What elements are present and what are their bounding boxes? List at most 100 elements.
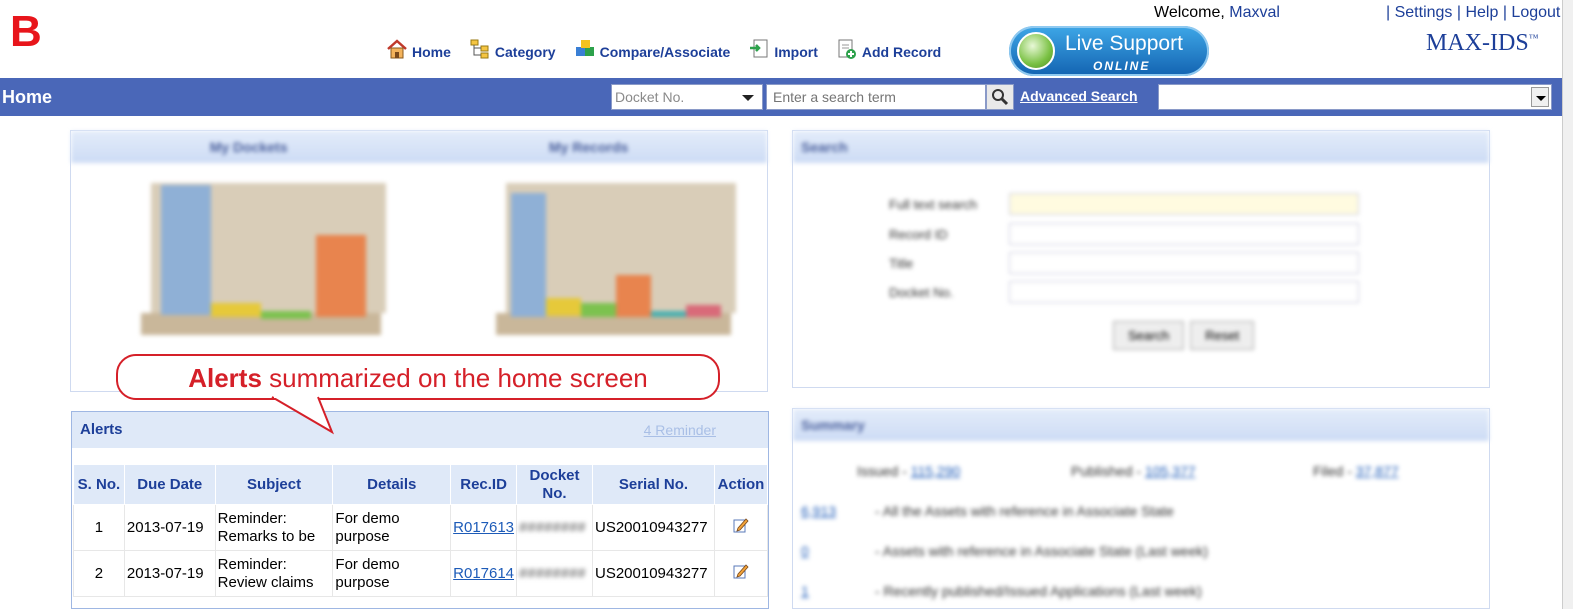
top-links[interactable]: | Settings | Help | Logout <box>1386 4 1560 22</box>
search-button[interactable] <box>986 84 1014 110</box>
cell-sno: 2 <box>73 550 125 597</box>
record-id-input[interactable] <box>1009 223 1359 245</box>
live-support-icon <box>1017 32 1055 70</box>
col-details: Details <box>332 464 452 505</box>
search-reset-button[interactable]: Reset <box>1190 321 1255 350</box>
nav-home-label: Home <box>412 44 451 60</box>
cell-serial: US20010943277 <box>592 504 715 551</box>
add-record-icon <box>838 39 856 59</box>
cell-subject: Reminder: Review claims <box>214 550 334 597</box>
search-form: Full text search Record ID Title Docket … <box>793 163 1489 383</box>
summary-line: 1- Recently published/Issued Application… <box>801 583 1202 599</box>
brand-tm: ™ <box>1528 33 1539 44</box>
search-field-row: Docket No. <box>889 281 1359 303</box>
summary-panel: Summary Issued - 115,290 Published - 105… <box>792 408 1490 609</box>
alerts-header: Alerts 4 Reminder <box>72 412 768 448</box>
search-field-row: Full text search <box>889 193 1359 215</box>
charts-panel: My Dockets My Records <box>70 130 768 392</box>
search-input[interactable] <box>766 84 986 110</box>
brand-logo: MAX-IDS™ <box>1426 30 1538 57</box>
recid-link[interactable]: R017614 <box>453 565 514 582</box>
summary-text: - Assets with reference in Associate Sta… <box>875 543 1209 559</box>
summary-published-label: Published - <box>1071 463 1142 479</box>
main-nav: Home Category Compare/Associate Import A… <box>386 38 941 60</box>
search-field-label: Title <box>889 255 914 271</box>
col-docket: Docket No. <box>516 464 593 505</box>
summary-line: 6,913- All the Assets with reference in … <box>801 503 1174 519</box>
my-dockets-title: My Dockets <box>209 139 288 155</box>
callout-bold: Alerts <box>188 363 262 393</box>
table-row: 2 2013-07-19 Reminder: Review claims For… <box>73 550 769 597</box>
summary-count[interactable]: 0 <box>801 543 875 559</box>
cell-recid: R017614 <box>450 550 518 597</box>
edit-icon[interactable] <box>733 517 749 533</box>
cell-recid: R017613 <box>450 504 518 551</box>
nav-home[interactable]: Home <box>386 38 451 60</box>
alerts-title: Alerts <box>80 421 123 438</box>
cell-action <box>713 550 769 597</box>
vertical-scrollbar[interactable] <box>1562 0 1573 609</box>
brand-name: MAX-IDS <box>1426 30 1529 56</box>
figure-label: B <box>10 7 42 56</box>
docket-no-input[interactable] <box>1009 281 1359 303</box>
recid-link[interactable]: R017613 <box>453 519 514 536</box>
cell-docket: ######## <box>516 504 593 551</box>
cell-due-date: 2013-07-19 <box>123 550 216 597</box>
alerts-panel: Alerts 4 Reminder S. No. Due Date Subjec… <box>71 411 769 609</box>
nav-compare[interactable]: Compare/Associate <box>574 38 731 60</box>
full-text-input[interactable] <box>1009 193 1359 215</box>
edit-icon[interactable] <box>733 563 749 579</box>
nav-import-label: Import <box>774 44 818 60</box>
saved-search-select[interactable] <box>1158 84 1552 110</box>
docket-value: ######## <box>519 564 586 582</box>
summary-count[interactable]: 1 <box>801 583 875 599</box>
table-header-row: S. No. Due Date Subject Details Rec.ID D… <box>73 464 769 505</box>
my-dockets-chart <box>141 183 386 335</box>
live-support-status: ONLINE <box>1093 59 1151 73</box>
callout-text: summarized on the home screen <box>261 363 648 393</box>
nav-import[interactable]: Import <box>748 38 818 60</box>
search-field-label: Record ID <box>889 226 948 242</box>
live-support-title: Live Support <box>1065 32 1183 55</box>
col-action: Action <box>713 464 769 505</box>
summary-published: Published - 105,377 <box>1071 463 1196 479</box>
nav-add-record[interactable]: Add Record <box>836 38 941 60</box>
callout-bubble: Alerts summarized on the home screen <box>116 354 720 400</box>
username: Maxval <box>1229 4 1280 21</box>
cell-docket: ######## <box>516 550 593 597</box>
col-recid: Rec.ID <box>450 464 518 505</box>
my-records-chart <box>496 183 736 335</box>
search-submit-button[interactable]: Search <box>1113 321 1185 350</box>
cell-details: For demo purpose <box>332 550 452 597</box>
advanced-search-link[interactable]: Advanced Search <box>1020 88 1138 104</box>
dropdown-button[interactable] <box>1531 87 1549 107</box>
nav-category[interactable]: Category <box>469 38 556 60</box>
search-panel: Search Full text search Record ID Title … <box>792 130 1490 388</box>
cell-subject: Reminder: Remarks to be <box>214 504 334 551</box>
cell-action <box>713 504 769 551</box>
compare-icon <box>575 40 594 56</box>
cell-due-date: 2013-07-19 <box>123 504 216 551</box>
search-field-label: Full text search <box>889 196 978 212</box>
search-field-row: Title <box>889 252 1359 274</box>
search-field-label: Docket No. <box>889 284 954 300</box>
summary-filed-value[interactable]: 37,877 <box>1356 463 1399 479</box>
reminder-link[interactable]: 4 Reminder <box>644 422 716 438</box>
nav-compare-label: Compare/Associate <box>599 44 731 60</box>
col-sno: S. No. <box>73 464 125 505</box>
docket-value: ######## <box>519 518 586 536</box>
summary-line: 0- Assets with reference in Associate St… <box>801 543 1208 559</box>
search-buttons: Search Reset <box>1113 321 1255 350</box>
docket-select[interactable]: Docket No. <box>611 84 763 110</box>
welcome-prefix: Welcome, <box>1154 4 1225 21</box>
summary-issued-value[interactable]: 115,290 <box>911 463 961 479</box>
callout-tail <box>271 396 335 435</box>
live-support-button[interactable]: Live Support ONLINE <box>1009 26 1209 76</box>
search-panel-header: Search <box>793 131 1489 163</box>
search-icon <box>992 89 1009 106</box>
cell-serial: US20010943277 <box>592 550 715 597</box>
summary-filed: Filed - 37,877 <box>1313 463 1399 479</box>
summary-published-value[interactable]: 105,377 <box>1145 463 1196 479</box>
summary-count[interactable]: 6,913 <box>801 503 875 519</box>
title-input[interactable] <box>1009 252 1359 274</box>
